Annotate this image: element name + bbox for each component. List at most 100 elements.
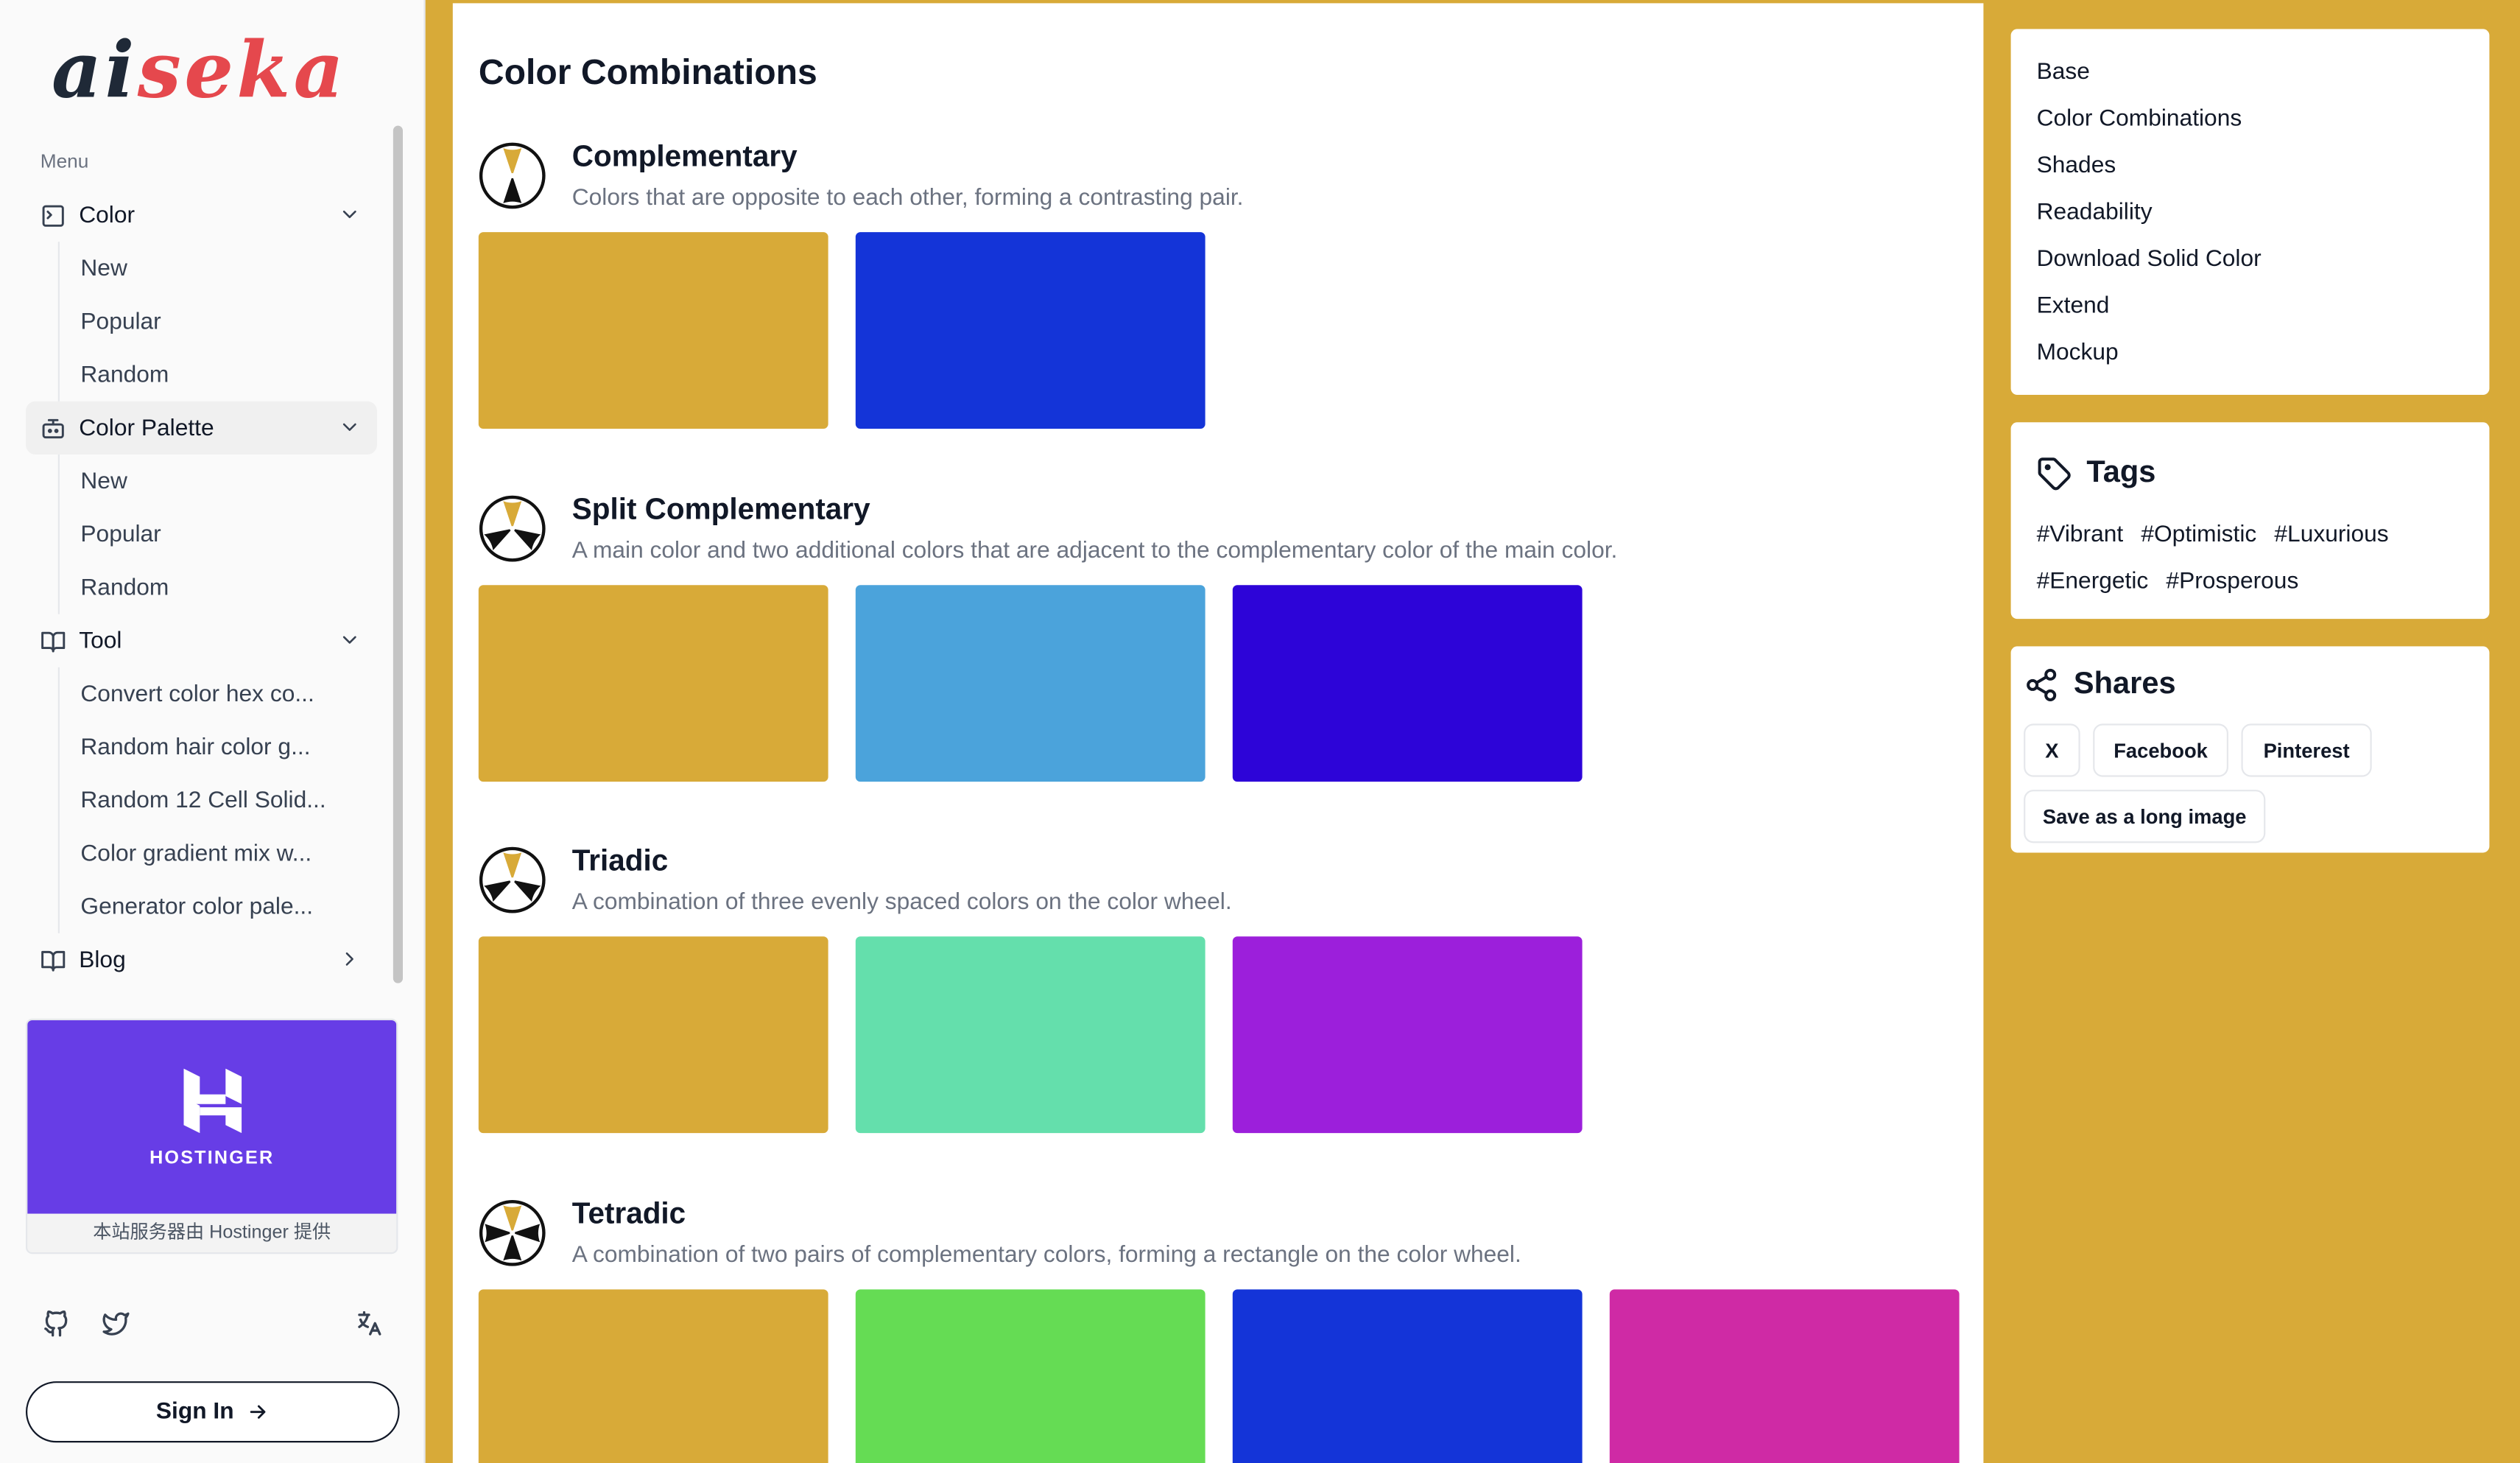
tag-link[interactable]: #Energetic: [2037, 569, 2149, 594]
color-swatch[interactable]: [478, 1289, 828, 1463]
color-swatch[interactable]: [1609, 1289, 1960, 1463]
arrow-right-icon: [250, 1405, 266, 1419]
nav-item[interactable]: Popular: [60, 508, 377, 561]
sidebar-nav: Color New Popular Random Color Palette New Pop…: [26, 189, 377, 986]
color-swatch[interactable]: [1232, 1289, 1583, 1463]
twitter-icon[interactable]: [102, 1309, 130, 1338]
toc-link[interactable]: Extend: [2037, 293, 2490, 340]
book-open-icon: [41, 950, 66, 971]
share-icon: [2027, 668, 2057, 701]
sidebar-scrollbar[interactable]: [393, 125, 403, 983]
color-swatch[interactable]: [855, 585, 1206, 782]
sign-in-button[interactable]: Sign In: [26, 1381, 400, 1443]
shares-title: Shares: [2073, 667, 2176, 701]
section-description: A combination of three evenly spaced col…: [571, 889, 1232, 916]
section-title: Tetradic: [571, 1196, 686, 1230]
nav-group-color-palette[interactable]: Color Palette: [26, 401, 377, 455]
color-wheel-icon: [479, 846, 546, 913]
section-description: Colors that are opposite to each other, …: [571, 185, 1244, 211]
language-icon[interactable]: [354, 1309, 383, 1338]
nav-group-tool[interactable]: Tool: [26, 614, 377, 667]
hostinger-brand: HOSTINGER: [149, 1149, 275, 1169]
chevron-down-icon: [342, 423, 356, 431]
nav-item[interactable]: Popular: [60, 295, 377, 348]
main-content: Color Combinations Complementary Colors t…: [452, 3, 1984, 1463]
nav-item[interactable]: New: [60, 242, 377, 295]
nav-group-label: Tool: [79, 628, 122, 654]
app-root: aiseka Menu Color New Popular Random Color P…: [0, 0, 2520, 1463]
save-long-image-button[interactable]: Save as a long image: [2024, 790, 2266, 843]
nav-group-blog[interactable]: Blog: [26, 933, 377, 986]
shares-card: Shares X Facebook Pinterest Save as a lo…: [2010, 646, 2490, 853]
tag-link[interactable]: #Luxurious: [2274, 522, 2388, 548]
share-pinterest-button[interactable]: Pinterest: [2241, 723, 2372, 777]
shares-header: Shares: [2024, 662, 2477, 707]
section-description: A combination of two pairs of complement…: [571, 1242, 1521, 1269]
nav-group-color[interactable]: Color: [26, 189, 377, 242]
palette-square-icon: [42, 204, 64, 226]
toc-link[interactable]: Base: [2037, 60, 2490, 106]
tags-card: Tags #Vibrant #Optimistic #Luxurious #En…: [2010, 422, 2490, 620]
github-icon[interactable]: [42, 1309, 71, 1338]
color-swatch[interactable]: [478, 936, 828, 1134]
color-swatch[interactable]: [855, 232, 1206, 429]
tag-link[interactable]: #Vibrant: [2037, 522, 2124, 548]
tag-icon: [2038, 457, 2071, 491]
menu-label: Menu: [40, 150, 89, 173]
nav-sub-list: Convert color hex co... Random hair color…: [57, 667, 377, 933]
nav-sub-list: New Popular Random: [57, 455, 377, 614]
color-swatch[interactable]: [1232, 936, 1583, 1134]
sidebar: aiseka Menu Color New Popular Random Color P…: [0, 0, 426, 1463]
color-wheel-icon: [479, 142, 546, 209]
hostinger-ad-banner[interactable]: HOSTINGER: [27, 1020, 397, 1214]
hostinger-logo-icon: [183, 1068, 242, 1134]
color-wheel-icon: [479, 495, 546, 562]
nav-item[interactable]: Generator color pale...: [60, 880, 377, 933]
section-description: A main color and two additional colors t…: [571, 538, 1618, 564]
tags-title: Tags: [2086, 456, 2156, 491]
logo-part-1: ai: [52, 26, 138, 116]
section-title: Complementary: [571, 138, 798, 173]
section-title: Triadic: [571, 843, 669, 877]
ad-caption: 本站服务器由 Hostinger 提供: [93, 1223, 331, 1243]
nav-item[interactable]: Random: [60, 348, 377, 401]
color-swatch[interactable]: [855, 936, 1206, 1134]
chevron-right-icon: [345, 952, 353, 966]
tag-list: #Vibrant #Optimistic #Luxurious #Energet…: [2037, 513, 2440, 606]
logo-part-2: seka: [137, 26, 347, 116]
aiseka-logo[interactable]: aiseka: [52, 23, 347, 119]
tags-header: Tags: [2037, 452, 2464, 497]
toc-link[interactable]: Readability: [2037, 200, 2490, 246]
nav-item[interactable]: Random 12 Cell Solid...: [60, 773, 377, 827]
toc-link[interactable]: Mockup: [2037, 340, 2490, 387]
nav-item[interactable]: Convert color hex co...: [60, 667, 377, 720]
share-facebook-button[interactable]: Facebook: [2093, 723, 2228, 777]
nav-item[interactable]: Color gradient mix w...: [60, 827, 377, 880]
hostinger-ad[interactable]: HOSTINGER 本站服务器由 Hostinger 提供: [26, 1018, 398, 1255]
page-title: Color Combinations: [478, 52, 817, 92]
sidebar-footer-icons: [39, 1309, 387, 1341]
sign-in-label: Sign In: [155, 1399, 234, 1425]
color-swatch[interactable]: [478, 585, 828, 782]
nav-item[interactable]: Random hair color g...: [60, 720, 377, 773]
color-wheel-icon: [479, 1199, 546, 1266]
toc-link[interactable]: Download Solid Color: [2037, 247, 2490, 293]
share-x-button[interactable]: X: [2024, 723, 2080, 777]
nav-group-label: Color: [79, 202, 135, 228]
book-open-icon: [41, 631, 66, 652]
tag-link[interactable]: #Prosperous: [2166, 569, 2298, 594]
nav-group-label: Color Palette: [79, 415, 214, 441]
table-of-contents: Base Color Combinations Shades Readability D…: [2010, 29, 2490, 396]
toc-link[interactable]: Shades: [2037, 153, 2490, 200]
color-swatch[interactable]: [855, 1289, 1206, 1463]
nav-item[interactable]: Random: [60, 561, 377, 614]
color-swatch[interactable]: [1232, 585, 1583, 782]
nav-group-label: Blog: [79, 947, 126, 973]
toc-link[interactable]: Color Combinations: [2037, 106, 2490, 152]
tag-link[interactable]: #Optimistic: [2141, 522, 2256, 548]
nav-sub-list: New Popular Random: [57, 242, 377, 401]
nav-item[interactable]: New: [60, 455, 377, 508]
chevron-down-icon: [342, 636, 356, 644]
color-swatch[interactable]: [478, 232, 828, 429]
bot-icon: [42, 418, 64, 438]
